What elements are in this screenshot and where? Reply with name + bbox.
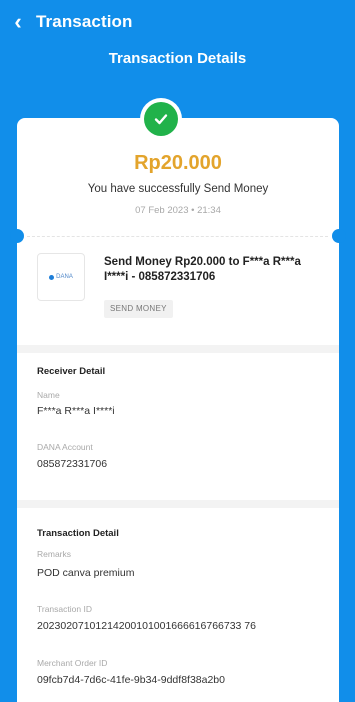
transaction-id-label: Transaction ID [37, 604, 92, 614]
transaction-id-value[interactable]: 20230207101214200101001666616766733 76 [37, 620, 256, 632]
receiver-name-label: Name [37, 390, 60, 400]
receiver-name-value: F***a R***a I****i [37, 405, 115, 417]
section-separator [17, 345, 339, 353]
dana-account-value: 085872331706 [37, 458, 108, 470]
app-bar-title: Transaction [36, 12, 133, 31]
transaction-datetime: 07 Feb 2023 • 21:34 [135, 205, 221, 216]
transaction-detail-title: Transaction Detail [37, 528, 119, 539]
right-notch [332, 229, 346, 243]
check-circle-icon [144, 102, 178, 136]
back-button[interactable]: ‹ [0, 0, 36, 44]
remarks-value: POD canva premium [37, 567, 135, 579]
dashed-divider [27, 236, 328, 237]
transaction-amount: Rp20.000 [134, 152, 222, 174]
logo-dot [49, 274, 55, 280]
dana-logo-icon: DANA [49, 274, 73, 280]
receiver-detail-title: Receiver Detail [37, 366, 106, 377]
dana-account-label: DANA Account [37, 442, 93, 452]
remarks-label: Remarks [37, 549, 72, 559]
success-status [140, 98, 182, 140]
merchant-logo: DANA [37, 253, 85, 301]
transaction-type-badge: SEND MONEY [104, 300, 173, 318]
page-title: Transaction Details [108, 50, 247, 67]
transaction-title: Send Money Rp20.000 to F***a R***a I****… [104, 256, 301, 283]
logo-text: DANA [56, 274, 73, 280]
left-notch [10, 229, 24, 243]
section-separator [17, 500, 339, 508]
success-message: You have successfully Send Money [87, 183, 269, 195]
merchant-order-id-label: Merchant Order ID [37, 658, 108, 668]
back-arrow-icon: ‹ [14, 9, 22, 34]
app-bar: ‹ Transaction [0, 0, 355, 44]
merchant-order-id-value[interactable]: 09fcb7d4-7d6c-41fe-9b34-9ddf8f38a2b0 [37, 674, 225, 686]
